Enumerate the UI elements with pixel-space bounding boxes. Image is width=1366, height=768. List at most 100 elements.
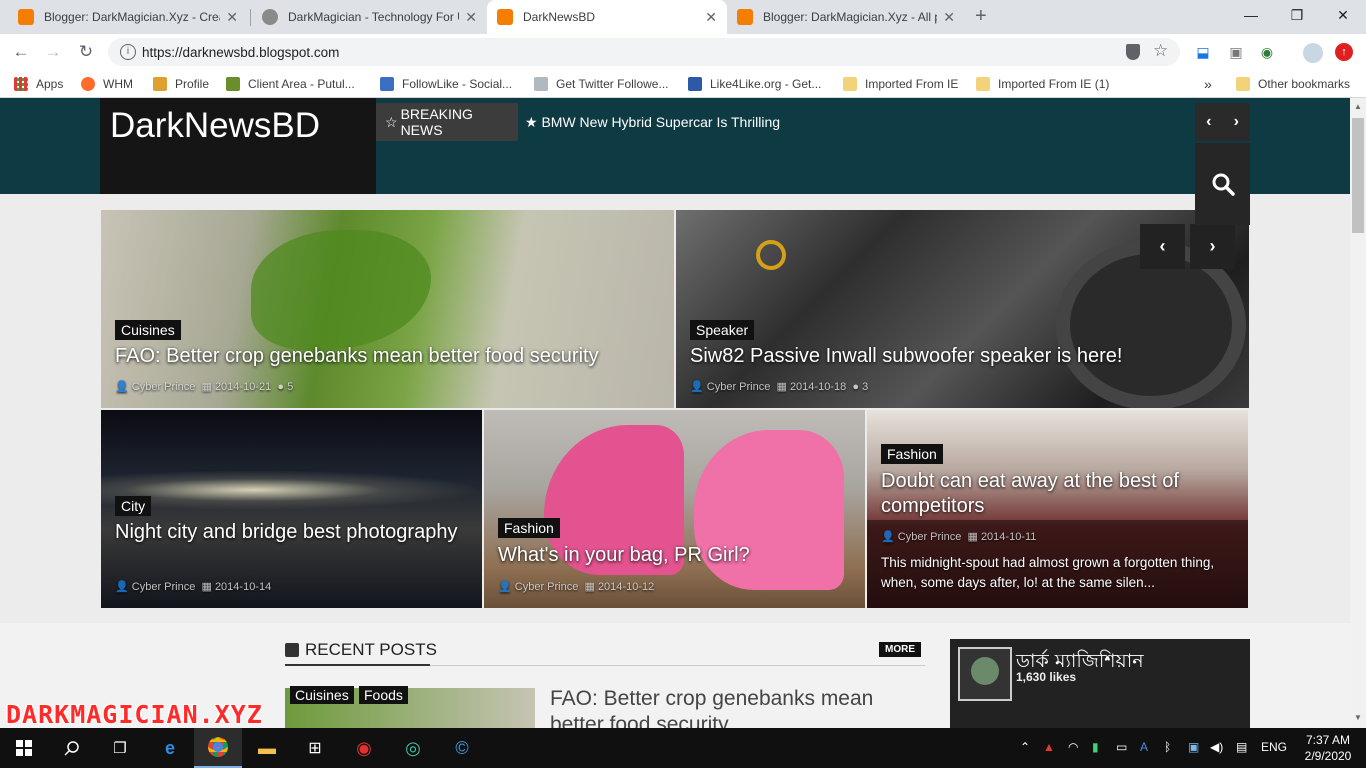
bookmark-label: Get Twitter Followe... (556, 77, 669, 91)
action-center-icon[interactable]: ▤ (1236, 740, 1247, 754)
bluetooth-icon[interactable]: ᛒ (1164, 740, 1171, 754)
language-indicator[interactable]: ENG (1261, 740, 1287, 754)
extension-globe-icon[interactable]: ◉ (1258, 43, 1276, 61)
bookmark-folder-ie[interactable]: Imported From IE (843, 70, 958, 98)
featured-post[interactable]: Fashion Doubt can eat away at the best o… (867, 410, 1248, 608)
extension-screen-icon[interactable]: ▣ (1227, 43, 1245, 61)
tab-close-icon[interactable]: ✕ (226, 9, 238, 26)
volume-icon[interactable]: ◀) (1210, 740, 1223, 754)
bookmark-profile[interactable]: Profile (153, 70, 209, 98)
featured-post[interactable]: City Night city and bridge best photogra… (101, 410, 482, 608)
forward-arrow-icon[interactable]: → (39, 38, 67, 66)
edge-icon[interactable]: e (146, 728, 194, 768)
bookmark-whm[interactable]: WHM (81, 70, 133, 98)
site-logo[interactable]: DarkNewsBD (100, 98, 376, 194)
tray-app-icon[interactable]: ▣ (1188, 740, 1199, 754)
app-blue-icon[interactable]: © (438, 728, 486, 768)
store-icon[interactable]: ⊞ (291, 728, 339, 768)
bookmark-like4like[interactable]: Like4Like.org - Get... (688, 70, 821, 98)
app-teal-icon[interactable]: ◎ (389, 728, 437, 768)
minimize-button[interactable]: — (1228, 0, 1274, 30)
extension-translate-icon[interactable]: ⬓ (1194, 43, 1212, 61)
tab-close-icon[interactable]: ✕ (465, 9, 477, 26)
battery-icon[interactable]: ▭ (1116, 740, 1127, 754)
tab-close-icon[interactable]: ✕ (705, 9, 717, 26)
category-tag[interactable]: Speaker (690, 320, 755, 340)
post-author[interactable]: Cyber Prince (898, 531, 962, 543)
maximize-button[interactable]: ❐ (1274, 0, 1320, 30)
featured-post[interactable]: Cuisines FAO: Better crop genebanks mean… (101, 210, 674, 408)
shield-blocked-icon[interactable] (1126, 44, 1140, 60)
scrollbar-thumb[interactable] (1352, 118, 1364, 233)
scroll-up-icon[interactable]: ▲ (1354, 102, 1362, 111)
bookmark-star-icon[interactable]: ☆ (1153, 41, 1168, 61)
clock[interactable]: 7:37 AM 2/9/2020 (1300, 732, 1356, 764)
post-author[interactable]: Cyber Prince (515, 581, 579, 593)
wifi-icon[interactable]: ◠ (1068, 740, 1078, 754)
category-tag[interactable]: Fashion (881, 444, 943, 464)
bookmark-apps[interactable]: Apps (14, 70, 63, 98)
info-icon[interactable]: i (120, 44, 136, 60)
file-explorer-icon[interactable]: ▬ (243, 728, 291, 768)
back-arrow-icon[interactable]: ← (7, 38, 35, 66)
post-title[interactable]: Night city and bridge best photography (115, 520, 475, 545)
search-button[interactable] (1195, 143, 1250, 225)
app-red-icon[interactable]: ◉ (340, 728, 388, 768)
other-bookmarks[interactable]: Other bookmarks (1236, 70, 1350, 98)
bookmark-client-area[interactable]: Client Area - Putul... (226, 70, 355, 98)
tray-app-icon[interactable]: ▮ (1092, 740, 1099, 754)
post-author[interactable]: Cyber Prince (707, 381, 771, 393)
category-tag[interactable]: Cuisines (290, 686, 354, 704)
page-scrollbar[interactable]: ▲ ▼ (1350, 98, 1366, 728)
category-tag[interactable]: Cuisines (115, 320, 181, 340)
browser-tab[interactable]: Blogger: DarkMagician.Xyz - All p ✕ (727, 0, 965, 34)
tray-app-icon[interactable]: ▲ (1043, 740, 1055, 754)
globe-favicon-icon (262, 9, 278, 25)
profile-avatar[interactable] (1303, 43, 1323, 63)
search-taskbar-button[interactable] (48, 728, 96, 768)
tray-app-icon[interactable]: A (1140, 740, 1148, 754)
new-tab-button[interactable]: + (975, 5, 987, 28)
browser-tab[interactable]: DarkMagician - Technology For U ✕ (252, 0, 487, 34)
post-title[interactable]: Doubt can eat away at the best of compet… (881, 469, 1241, 519)
reload-icon[interactable]: ↻ (72, 38, 100, 66)
address-bar[interactable]: i https://darknewsbd.blogspot.com ☆ (108, 38, 1180, 66)
category-tag[interactable]: Fashion (498, 518, 560, 538)
post-title[interactable]: FAO: Better crop genebanks mean better f… (115, 344, 674, 369)
scroll-down-icon[interactable]: ▼ (1354, 713, 1362, 722)
task-view-icon[interactable]: ❐ (96, 728, 144, 768)
bookmark-folder-ie-1[interactable]: Imported From IE (1) (976, 70, 1109, 98)
facebook-page-widget[interactable]: ডার্ক ম্যাজিশিয়ান 1,630 likes (950, 639, 1250, 728)
post-title[interactable]: Siw82 Passive Inwall subwoofer speaker i… (690, 344, 1249, 369)
slider-prev-button[interactable]: ‹ (1140, 224, 1185, 269)
close-window-button[interactable]: ✕ (1320, 0, 1366, 30)
chevron-left-icon: ‹ (1159, 236, 1166, 256)
more-button[interactable]: MORE (879, 642, 921, 657)
update-icon[interactable]: ↑ (1335, 43, 1353, 61)
category-tag[interactable]: Foods (359, 686, 408, 704)
user-icon: 👤 (881, 531, 895, 543)
post-title[interactable]: What's in your bag, PR Girl? (498, 543, 858, 568)
bookmark-twitter-followers[interactable]: Get Twitter Followe... (534, 70, 668, 98)
browser-tab-active[interactable]: DarkNewsBD ✕ (487, 0, 727, 34)
bookmarks-overflow-button[interactable]: » (1204, 70, 1212, 98)
ticker-prev-button[interactable]: ‹ (1206, 113, 1211, 131)
url-text: https://darknewsbd.blogspot.com (142, 44, 340, 60)
category-tag[interactable]: City (115, 496, 152, 516)
post-author[interactable]: Cyber Prince (132, 581, 196, 593)
post-author[interactable]: Cyber Prince (132, 381, 196, 393)
windows-start-button[interactable] (0, 728, 48, 768)
featured-post[interactable]: Fashion What's in your bag, PR Girl? 👤 C… (484, 410, 865, 608)
post-meta: 👤 Cyber Prince ▦ 2014-10-12 (498, 580, 654, 593)
tab-close-icon[interactable]: ✕ (943, 9, 955, 26)
tray-chevron-up-icon[interactable]: ⌃ (1020, 740, 1030, 754)
bookmark-followlike[interactable]: FollowLike - Social... (380, 70, 512, 98)
chrome-icon[interactable] (194, 728, 242, 768)
ticker-next-button[interactable]: › (1234, 113, 1239, 131)
slider-next-button[interactable]: › (1190, 224, 1235, 269)
post-comment-count[interactable]: 3 (862, 381, 868, 393)
browser-tab[interactable]: Blogger: DarkMagician.Xyz - Crea ✕ (8, 0, 248, 34)
post-comment-count[interactable]: 5 (287, 381, 293, 393)
recent-post-title[interactable]: FAO: Better crop genebanks mean better f… (550, 686, 920, 728)
breaking-news-headline[interactable]: ★ BMW New Hybrid Supercar Is Thrilling (525, 103, 780, 141)
